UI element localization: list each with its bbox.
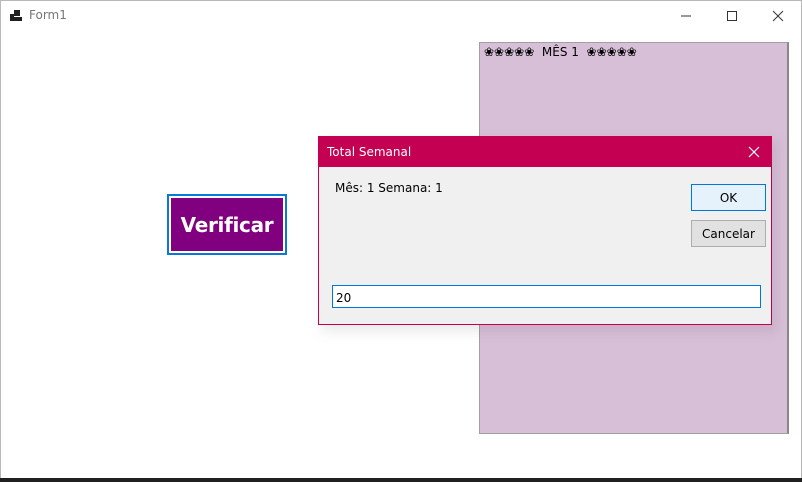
app-icon [10, 10, 22, 22]
minimize-button[interactable] [663, 1, 709, 31]
maximize-icon [727, 11, 737, 21]
minimize-icon [681, 15, 691, 17]
window-title: Form1 [29, 8, 67, 22]
verify-button-label: Verificar [171, 198, 283, 251]
input-dialog: Total Semanal Mês: 1 Semana: 1 OK Cancel… [318, 136, 772, 325]
cancel-button[interactable]: Cancelar [691, 220, 766, 247]
dialog-title: Total Semanal [327, 145, 412, 159]
month-label: ❀❀❀❀❀ MÊS 1 ❀❀❀❀❀ [484, 45, 637, 59]
ok-button[interactable]: OK [691, 184, 766, 211]
dialog-prompt: Mês: 1 Semana: 1 [335, 181, 443, 195]
window-titlebar[interactable]: Form1 [1, 1, 801, 31]
verify-button[interactable]: Verificar [167, 194, 287, 255]
maximize-button[interactable] [709, 1, 755, 31]
window-close-button[interactable] [755, 1, 801, 31]
close-icon [748, 146, 760, 158]
value-input[interactable] [332, 285, 761, 308]
close-icon [772, 10, 784, 22]
taskbar-edge [0, 478, 802, 482]
dialog-titlebar[interactable]: Total Semanal [319, 137, 771, 167]
dialog-close-button[interactable] [743, 141, 765, 163]
